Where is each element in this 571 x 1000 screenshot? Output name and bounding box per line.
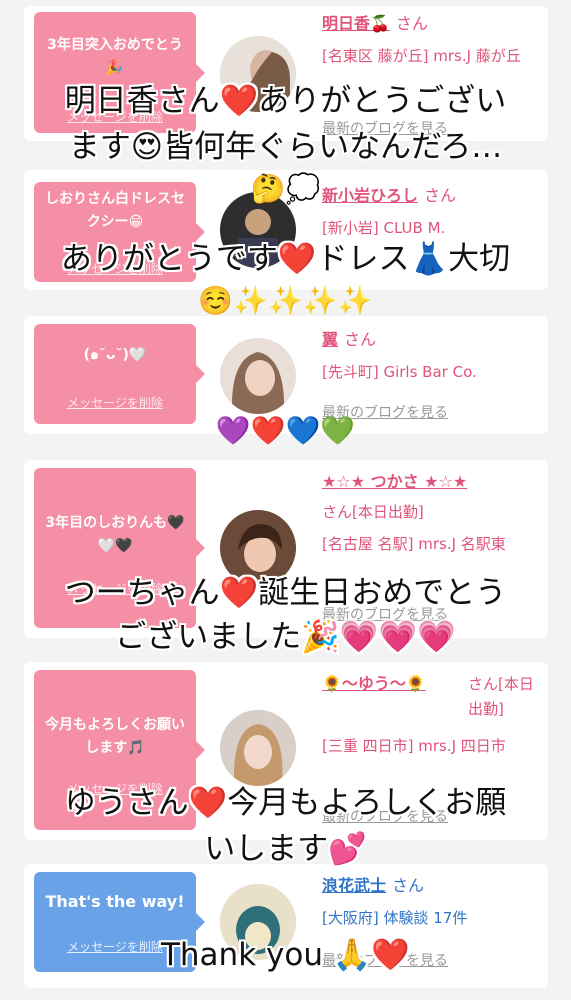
overlay-caption: ます😍皆何年ぐらいなんだろ… xyxy=(68,129,503,165)
overlay-caption: いします💕 xyxy=(204,831,367,867)
shop-info: [名東区 藤が丘] mrs.J 藤が丘 xyxy=(322,47,521,65)
overlay-caption: ありがとうです❤️ドレス👗大切 xyxy=(60,241,511,277)
status-text: さん[本日出勤] xyxy=(468,675,534,718)
overlay-emoji: 🤔💭 xyxy=(250,172,321,205)
user-name-link[interactable]: 🌻〜ゆう〜🌻 xyxy=(322,672,426,696)
overlay-caption: つーちゃん❤️誕生日おめでとう xyxy=(64,575,507,611)
user-name-link[interactable]: ★☆★ つかさ ★☆★ xyxy=(322,470,467,494)
overlay-caption: ゆうさん❤️今月もよろしくお願 xyxy=(64,785,507,821)
shop-info: [三重 四日市] mrs.J 四日市 xyxy=(322,737,506,755)
avatar[interactable] xyxy=(220,338,296,414)
user-name-link[interactable]: 浪花武士 さん xyxy=(322,874,424,898)
avatar[interactable] xyxy=(220,710,296,786)
avatar-photo xyxy=(220,710,296,786)
user-name-link[interactable]: 翼さん xyxy=(322,328,376,352)
overlay-caption: 明日香さん❤️ありがとうござい xyxy=(64,83,507,119)
shop-info: [大阪府] 体験談 17件 xyxy=(322,909,468,927)
message-bubble: (๑˘ᴗ˘)🤍 メッセージを削除 xyxy=(34,324,205,424)
message-card: 3年目突入おめでとう🎉 メッセージを削除 明日香🍒 さん [名東区 藤が丘] mr… xyxy=(24,6,548,141)
overlay-caption: Thank you 🙏❤️ xyxy=(160,937,411,973)
delete-message-link[interactable]: メッセージを削除 xyxy=(34,394,196,411)
message-text: 今月もよろしくお願いします🎵 xyxy=(45,717,185,756)
message-text: 3年目突入おめでとう🎉 xyxy=(47,37,183,76)
message-text: That's the way! xyxy=(45,892,185,911)
user-name-link[interactable]: 明日香🍒 さん xyxy=(322,12,428,36)
status-text: さん[本日出勤] xyxy=(322,503,424,521)
shop-info: [名古屋 名駅] mrs.J 名駅東 xyxy=(322,535,506,553)
overlay-emoji: 💜❤️💙💚 xyxy=(215,414,356,447)
shop-info: [新小岩] CLUB M. xyxy=(322,219,446,237)
message-text: 3年目のしおりんも🖤🤍🖤 xyxy=(45,515,185,554)
avatar-photo xyxy=(220,338,296,414)
message-text: (๑˘ᴗ˘)🤍 xyxy=(83,347,147,363)
shop-info: [先斗町] Girls Bar Co. xyxy=(322,363,477,381)
overlay-caption: ございました🎉💗💗💗 xyxy=(115,619,456,655)
overlay-emoji: ☺️✨✨✨✨ xyxy=(198,284,373,317)
